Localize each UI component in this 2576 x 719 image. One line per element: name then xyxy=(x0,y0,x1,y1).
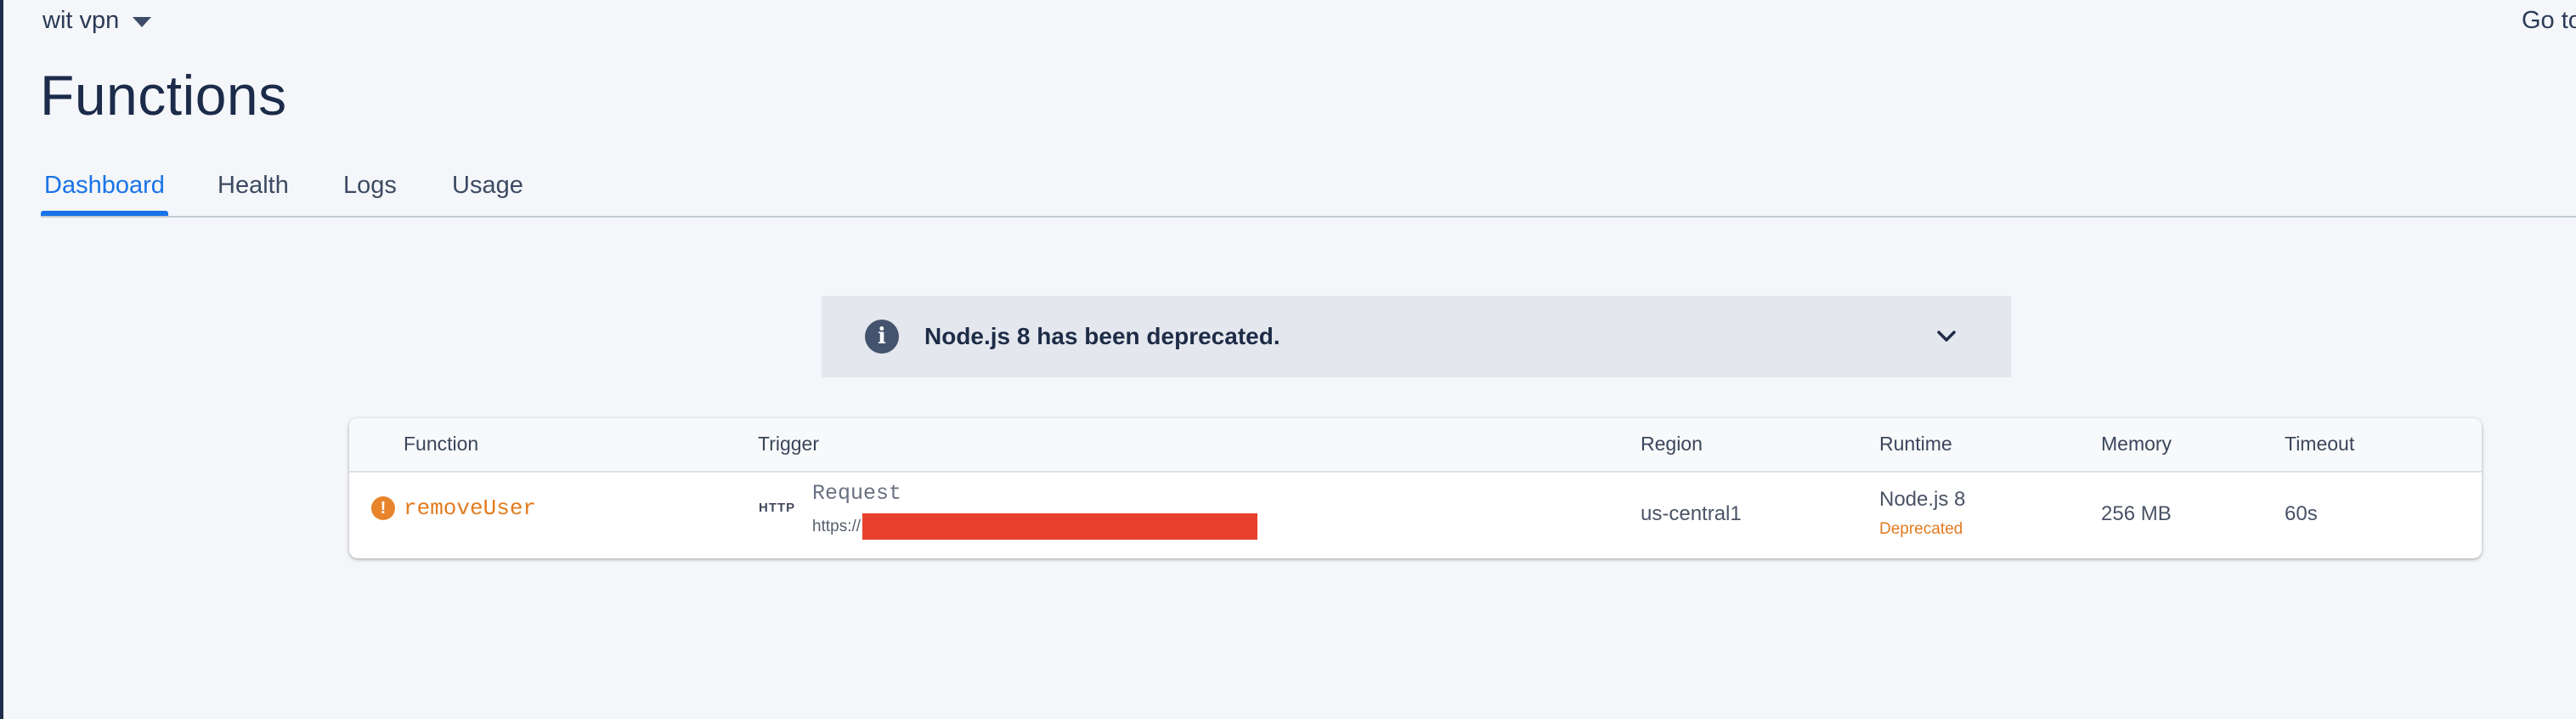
column-header-timeout: Timeout xyxy=(2285,433,2355,455)
tab-health[interactable]: Health xyxy=(217,172,289,214)
tab-dashboard[interactable]: Dashboard xyxy=(41,172,168,216)
info-icon: i xyxy=(865,320,899,354)
http-trigger-badge: HTTP xyxy=(759,501,796,515)
redacted-url xyxy=(862,513,1258,540)
chevron-down-icon[interactable] xyxy=(1931,321,1962,352)
deprecation-banner[interactable]: i Node.js 8 has been deprecated. xyxy=(822,296,2011,377)
window-edge xyxy=(0,0,3,719)
table-row: ! removeUser HTTP Request https:// us-ce… xyxy=(349,473,2482,558)
functions-table: Function Trigger Region Runtime Memory T… xyxy=(349,418,2482,558)
runtime-cell: Node.js 8 xyxy=(1879,488,1966,511)
project-selector[interactable]: wit vpn xyxy=(42,7,152,35)
timeout-cell: 60s xyxy=(2285,502,2318,525)
tab-bar: Dashboard Health Logs Usage xyxy=(41,161,2576,218)
trigger-url-prefix: https:// xyxy=(812,517,861,535)
column-header-trigger: Trigger xyxy=(758,433,819,455)
runtime-deprecated-label: Deprecated xyxy=(1879,520,1963,538)
trigger-url[interactable]: https:// xyxy=(812,513,1258,540)
column-header-runtime: Runtime xyxy=(1879,433,1952,455)
caret-down-icon xyxy=(133,16,152,27)
warning-icon: ! xyxy=(371,496,395,520)
tab-logs[interactable]: Logs xyxy=(343,172,397,214)
project-name: wit vpn xyxy=(42,7,120,34)
memory-cell: 256 MB xyxy=(2101,502,2172,525)
region-cell: us-central1 xyxy=(1641,502,1742,525)
column-header-region: Region xyxy=(1641,433,1703,455)
go-to-console-link[interactable]: Go to xyxy=(2522,7,2576,35)
column-header-function: Function xyxy=(404,433,479,455)
table-header: Function Trigger Region Runtime Memory T… xyxy=(349,418,2482,473)
column-header-memory: Memory xyxy=(2101,433,2172,455)
tab-usage[interactable]: Usage xyxy=(452,172,523,214)
banner-message: Node.js 8 has been deprecated. xyxy=(924,323,1280,349)
trigger-type: Request xyxy=(812,481,902,506)
function-name-link[interactable]: removeUser xyxy=(404,495,536,521)
page-title: Functions xyxy=(40,64,287,127)
